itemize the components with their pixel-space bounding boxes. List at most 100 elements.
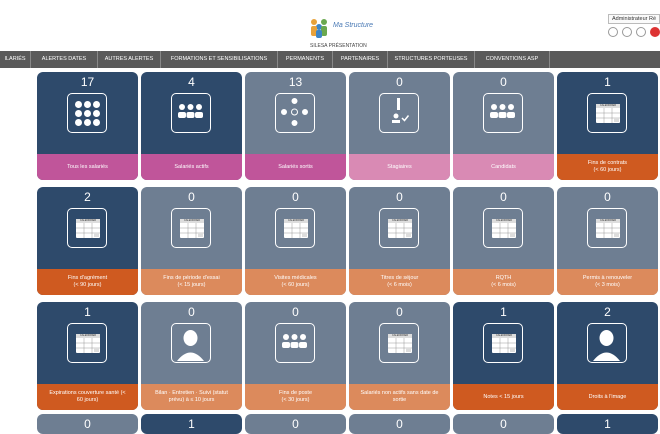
settings-icon[interactable] <box>622 27 632 37</box>
nav-salaries[interactable]: ILARIÉS <box>0 51 31 68</box>
tile-label: Fins d'agrément (< 90 jours) <box>37 269 138 295</box>
dashboard-tile[interactable]: 2 Droits à l'image <box>557 302 658 410</box>
calendar-icon: CALENDRIER <box>483 323 523 363</box>
nav-alertes-dates[interactable]: ALERTES DATES <box>31 51 98 68</box>
logo-text: Ma Structure <box>333 22 374 29</box>
calendar-icon: CALENDRIER <box>483 208 523 248</box>
search-icon[interactable] <box>608 27 618 37</box>
grid-dots-icon <box>67 93 107 133</box>
nav-permanents[interactable]: PERMANENTS <box>278 51 333 68</box>
dashboard-tile[interactable]: 0 <box>37 414 138 434</box>
tile-label: Titres de séjour (< 6 mois) <box>349 269 450 295</box>
group-icon <box>171 93 211 133</box>
dashboard-tile[interactable]: 17 Tous les salariés <box>37 72 138 180</box>
tile-count: 0 <box>500 417 507 431</box>
tile-count: 0 <box>396 417 403 431</box>
tile-count: 1 <box>500 305 507 319</box>
logo-subtitle: SILESA PRÉSENTATION <box>310 43 367 49</box>
download-icon[interactable] <box>636 27 646 37</box>
tile-count: 0 <box>292 305 299 319</box>
tile-label: Candidats <box>453 154 554 180</box>
group-icon <box>275 323 315 363</box>
tile-count: 0 <box>396 305 403 319</box>
calendar-icon: CALENDRIER <box>587 93 627 133</box>
tile-count: 17 <box>80 75 95 89</box>
tile-count: 0 <box>188 305 195 319</box>
tile-count: 0 <box>292 190 299 204</box>
dashboard-tile[interactable]: 1 CALENDRIER Expirations couverture santé … <box>37 302 138 410</box>
calendar-icon: CALENDRIER <box>379 208 419 248</box>
dashboard-tile[interactable]: 0 <box>349 414 450 434</box>
calendar-icon: CALENDRIER <box>67 323 107 363</box>
nav-structures-porteuses[interactable]: STRUCTURES PORTEUSES <box>388 51 475 68</box>
dashboard-tile[interactable]: 0 Fins de poste (< 30 jours) <box>245 302 346 410</box>
dashboard-tile[interactable]: 0 CALENDRIER Titres de séjour (< 6 mois) <box>349 187 450 295</box>
nav-formations[interactable]: FORMATIONS ET SENSIBILISATIONS <box>161 51 278 68</box>
logo-people-icon <box>311 19 327 38</box>
dashboard-tile[interactable]: 0 Stagiaires <box>349 72 450 180</box>
dashboard-tile[interactable]: 1 CALENDRIER Fins de contrats (< 60 jours) <box>557 72 658 180</box>
person-icon <box>587 323 627 363</box>
tile-count: 1 <box>604 417 611 431</box>
dashboard-tile[interactable]: 0 CALENDRIER Permis à renouveler (< 3 mois… <box>557 187 658 295</box>
tile-label: Droits à l'image <box>557 384 658 410</box>
tile-count: 0 <box>604 190 611 204</box>
tile-count: 0 <box>500 190 507 204</box>
tile-label: Fins de période d'essai (< 15 jours) <box>141 269 242 295</box>
tile-count: 2 <box>84 190 91 204</box>
dashboard-tile[interactable]: 1 <box>141 414 242 434</box>
tile-count: 0 <box>188 190 195 204</box>
tile-label: Notes < 15 jours <box>453 384 554 410</box>
calendar-icon: CALENDRIER <box>379 323 419 363</box>
nav-autres-alertes[interactable]: AUTRES ALERTES <box>98 51 161 68</box>
dashboard-tile[interactable]: 0 CALENDRIER Fins de période d'essai (< 15… <box>141 187 242 295</box>
person-icon <box>171 323 211 363</box>
tile-label: Permis à renouveler (< 3 mois) <box>557 269 658 295</box>
tile-label: Salariés non actifs sans date de sortie <box>349 384 450 410</box>
dashboard-tile[interactable]: 0 Candidats <box>453 72 554 180</box>
dashboard-tile[interactable]: 2 CALENDRIER Fins d'agrément (< 90 jours) <box>37 187 138 295</box>
tile-count: 0 <box>84 417 91 431</box>
tile-count: 1 <box>604 75 611 89</box>
dashboard-tile[interactable]: 0 CALENDRIER Salariés non actifs sans date… <box>349 302 450 410</box>
candidates-icon <box>483 93 523 133</box>
tile-label: Salariés actifs <box>141 154 242 180</box>
tile-label: Bilan · Entretien · Suivi (statut prévu)… <box>141 384 242 410</box>
dashboard-tile[interactable]: 0 Bilan · Entretien · Suivi (statut prévu… <box>141 302 242 410</box>
calendar-icon: CALENDRIER <box>171 208 211 248</box>
dashboard-tile[interactable]: 0 <box>453 414 554 434</box>
tile-label: Stagiaires <box>349 154 450 180</box>
trainee-icon <box>379 93 419 133</box>
dashboard-tile[interactable]: 0 CALENDRIER RQTH (< 6 mois) <box>453 187 554 295</box>
nav-partenaires[interactable]: PARTENAIRES <box>333 51 388 68</box>
dashboard-tile[interactable]: 13 Salariés sortis <box>245 72 346 180</box>
dashboard-tile[interactable]: 0 <box>245 414 346 434</box>
calendar-icon: CALENDRIER <box>587 208 627 248</box>
tile-count: 4 <box>188 75 195 89</box>
nav-conventions-asp[interactable]: CONVENTIONS ASP <box>475 51 550 68</box>
tile-count: 1 <box>84 305 91 319</box>
calendar-icon: CALENDRIER <box>275 208 315 248</box>
tile-count: 0 <box>396 190 403 204</box>
tile-label: Tous les salariés <box>37 154 138 180</box>
dashboard-tile[interactable]: 1 <box>557 414 658 434</box>
tile-count: 13 <box>288 75 303 89</box>
tile-label: Fins de contrats (< 60 jours) <box>557 154 658 180</box>
user-menu[interactable]: Administrateur Ré <box>608 14 660 24</box>
tile-count: 2 <box>604 305 611 319</box>
dashboard-tile[interactable]: 4 Salariés actifs <box>141 72 242 180</box>
tile-count: 0 <box>396 75 403 89</box>
power-icon[interactable] <box>650 27 660 37</box>
tile-count: 1 <box>188 417 195 431</box>
tile-label: RQTH (< 6 mois) <box>453 269 554 295</box>
tile-label: Visites médicales (< 60 jours) <box>245 269 346 295</box>
app-header: Ma Structure SILESA PRÉSENTATION Adminis… <box>0 0 660 50</box>
tile-count: 0 <box>500 75 507 89</box>
dashboard-tile[interactable]: 0 CALENDRIER Visites médicales (< 60 jours… <box>245 187 346 295</box>
dashboard-tile[interactable]: 1 CALENDRIER Notes < 15 jours <box>453 302 554 410</box>
tile-label: Expirations couverture santé (< 60 jours… <box>37 384 138 410</box>
tile-label: Fins de poste (< 30 jours) <box>245 384 346 410</box>
main-nav: ILARIÉS ALERTES DATES AUTRES ALERTES FOR… <box>0 51 660 68</box>
tile-count: 0 <box>292 417 299 431</box>
network-icon <box>275 93 315 133</box>
